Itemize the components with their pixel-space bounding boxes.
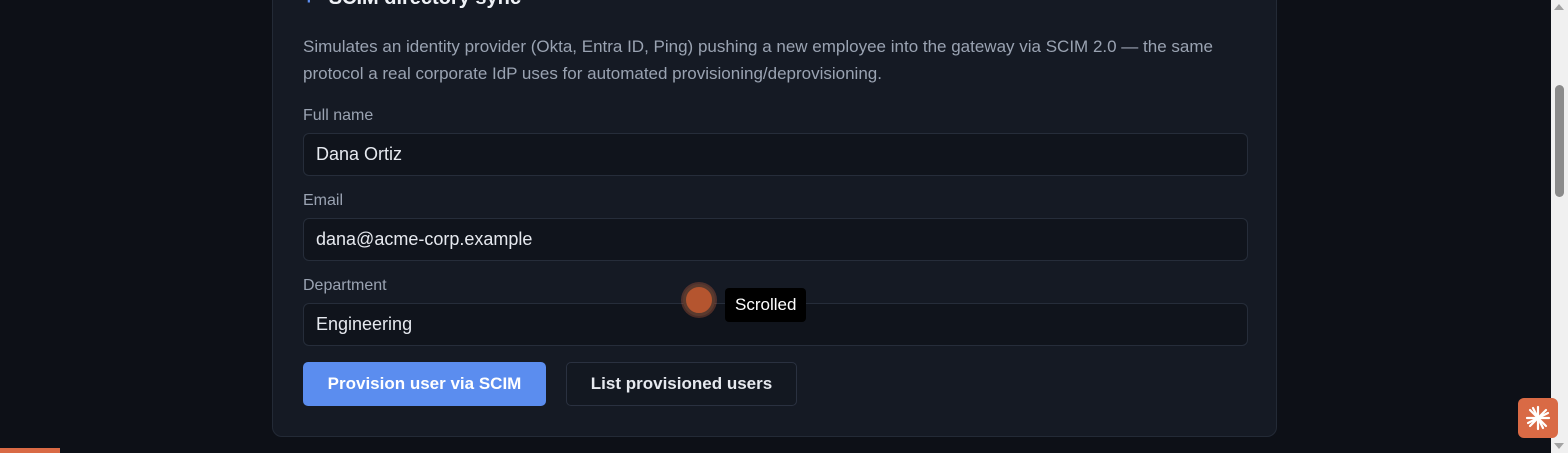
scroll-tooltip: Scrolled <box>725 288 807 322</box>
plus-icon: + <box>303 0 315 9</box>
vertical-scrollbar[interactable] <box>1551 0 1568 453</box>
section-title-text: SCIM directory sync <box>329 0 521 9</box>
scroll-down-arrow-icon[interactable] <box>1554 443 1564 449</box>
scroll-up-arrow-icon[interactable] <box>1554 4 1564 10</box>
click-indicator <box>683 284 715 316</box>
provision-user-button[interactable]: Provision user via SCIM <box>303 362 546 406</box>
email-input[interactable] <box>303 218 1248 261</box>
section-description: Simulates an identity provider (Okta, En… <box>303 37 1213 83</box>
full-name-input[interactable] <box>303 133 1248 176</box>
list-provisioned-users-button[interactable]: List provisioned users <box>566 362 797 406</box>
email-label: Email <box>303 192 344 209</box>
scrollbar-thumb[interactable] <box>1555 85 1564 197</box>
section-title: + SCIM directory sync <box>303 0 521 10</box>
sparkle-icon <box>1525 405 1551 431</box>
assistant-widget-button[interactable] <box>1518 398 1558 438</box>
page: + SCIM directory sync Simulates an identi… <box>0 0 1568 453</box>
corner-tab <box>0 448 60 453</box>
full-name-label: Full name <box>303 107 374 124</box>
scim-sync-card: + SCIM directory sync Simulates an identi… <box>272 0 1277 437</box>
department-label: Department <box>303 277 387 294</box>
